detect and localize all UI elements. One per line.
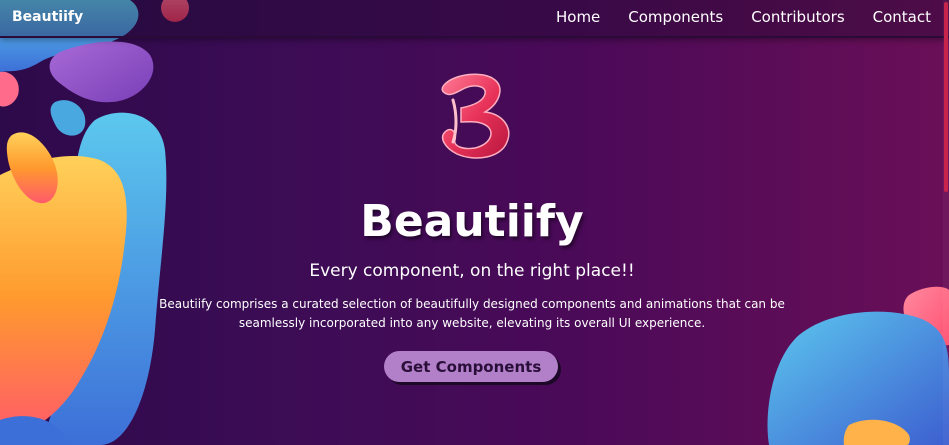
hero-section: Beautiify Every component, on the right … [0,0,949,445]
nav-link-components[interactable]: Components [628,8,723,26]
page: Beautiify Home Components Contributors C… [0,0,949,445]
scrollbar-thumb[interactable] [944,2,948,192]
hero-description: Beautiify comprises a curated selection … [159,297,785,330]
get-components-button[interactable]: Get Components [384,351,558,382]
nav-links: Home Components Contributors Contact [556,8,931,26]
scrollbar[interactable] [943,0,949,445]
nav-link-home[interactable]: Home [556,8,600,26]
hero-title: Beautiify [360,196,584,247]
hero-tagline: Every component, on the right place!! [309,261,635,281]
nav-link-contributors[interactable]: Contributors [751,8,844,26]
b-logo-icon [441,73,510,159]
navbar: Beautiify Home Components Contributors C… [0,0,949,38]
brand-name[interactable]: Beautiify [12,9,83,25]
nav-link-contact[interactable]: Contact [873,8,931,26]
